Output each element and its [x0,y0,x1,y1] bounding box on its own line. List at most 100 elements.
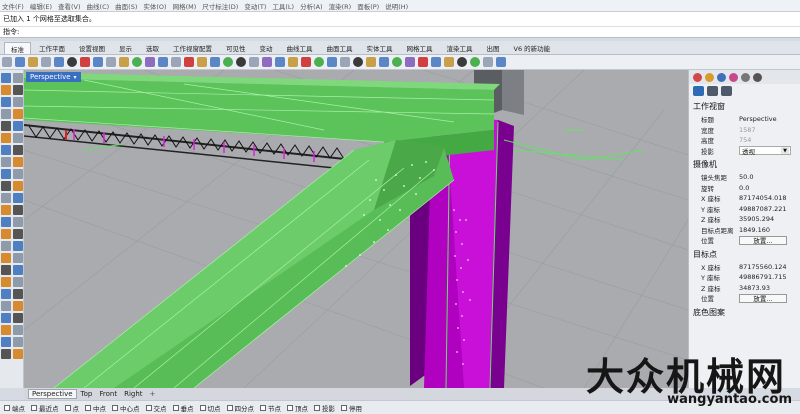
osnap-checkbox[interactable] [341,404,347,411]
osnap-checkbox[interactable] [287,404,293,411]
toolbar-tab[interactable]: 实体工具 [361,42,399,54]
left-tool-icon[interactable] [1,85,11,95]
viewport-prop-value[interactable]: 754 [739,136,800,144]
toolbar-tab[interactable]: 设置视图 [73,42,111,54]
wallpaper-properties-icon[interactable] [721,86,732,96]
left-tool-icon[interactable] [1,97,11,107]
menu-item[interactable]: 渲染(R) [329,1,352,11]
camera-place-button[interactable]: 放置... [739,235,787,245]
toolbar-tool-icon[interactable] [67,57,77,67]
osnap-item[interactable]: 停用 [341,403,362,413]
left-tool-icon[interactable] [13,169,23,179]
toolbar-tool-icon[interactable] [236,57,246,67]
left-tool-icon[interactable] [13,157,23,167]
toolbar-tool-icon[interactable] [171,57,181,67]
camera-prop-value[interactable]: 87174054.018 [739,194,800,202]
toolbar-tab[interactable]: 渲染工具 [441,42,479,54]
left-tool-icon[interactable] [1,217,11,227]
left-tool-icon[interactable] [1,193,11,203]
menu-item[interactable]: 分析(A) [300,1,323,11]
left-tool-icon[interactable] [13,73,23,83]
osnap-checkbox[interactable] [145,404,152,411]
left-tool-icon[interactable] [13,133,23,143]
left-tool-icon[interactable] [1,205,11,215]
menu-item[interactable]: 面板(P) [357,1,379,11]
toolbar-tool-icon[interactable] [392,57,402,67]
toolbar-tool-icon[interactable] [2,57,12,67]
osnap-checkbox[interactable] [64,404,71,411]
toolbar-tool-icon[interactable] [41,57,51,67]
osnap-item[interactable]: 四分点 [226,403,254,413]
left-tool-icon[interactable] [13,325,23,335]
toolbar-tab[interactable]: 选取 [140,42,165,54]
toolbar-tab[interactable]: 曲线工具 [281,42,319,54]
viewport-menu-arrow-icon[interactable]: ▾ [74,74,77,81]
menu-item[interactable]: 曲线(C) [87,1,110,11]
target-place-button[interactable]: 放置... [739,293,787,303]
menu-item[interactable]: 网格(M) [173,1,197,11]
toolbar-tool-icon[interactable] [145,57,155,67]
camera-prop-value[interactable]: 49887087.221 [739,205,800,213]
camera-prop-value[interactable]: 35905.294 [739,215,800,223]
toolbar-tool-icon[interactable] [210,57,220,67]
layers-icon[interactable] [705,72,714,82]
toolbar-tool-icon[interactable] [483,57,493,67]
left-tool-icon[interactable] [1,181,11,191]
left-tool-icon[interactable] [1,73,11,83]
left-tool-icon[interactable] [13,109,23,119]
osnap-checkbox[interactable] [260,404,266,411]
menu-item[interactable]: 查看(V) [58,1,81,11]
osnap-checkbox[interactable] [199,404,206,411]
toolbar-tool-icon[interactable] [288,57,298,67]
left-tool-icon[interactable] [1,289,11,299]
target-prop-value[interactable]: 49886791.715 [739,273,800,281]
toolbar-tool-icon[interactable] [418,57,428,67]
toolbar-tool-icon[interactable] [106,57,116,67]
left-tool-icon[interactable] [1,145,11,155]
menu-item[interactable]: 文件(F) [2,1,24,11]
menu-item[interactable]: 曲面(S) [115,1,137,11]
toolbar-tab[interactable]: 变动 [254,42,279,54]
osnap-checkbox[interactable] [4,404,10,411]
left-tool-icon[interactable] [13,181,23,191]
add-view-tab-button[interactable]: + [147,390,159,398]
left-tool-icon[interactable] [13,193,23,203]
osnap-checkbox[interactable] [112,404,118,411]
osnap-checkbox[interactable] [226,404,233,411]
osnap-checkbox[interactable] [31,404,37,411]
osnap-item[interactable]: 切点 [199,403,221,413]
viewport-prop-value[interactable]: 1587 [739,126,800,134]
toolbar-tool-icon[interactable] [314,57,324,67]
toolbar-tool-icon[interactable] [158,57,168,67]
toolbar-tool-icon[interactable] [80,57,90,67]
left-tool-icon[interactable] [1,313,11,323]
left-tool-icon[interactable] [1,253,11,263]
left-tool-icon[interactable] [13,265,23,275]
left-tool-icon[interactable] [13,205,23,215]
grid-properties-icon[interactable] [707,86,718,96]
toolbar-tool-icon[interactable] [262,57,272,67]
viewport-title[interactable]: Perspective ▾ [26,72,81,82]
left-tool-icon[interactable] [13,85,23,95]
toolbar-tab[interactable]: 标准 [4,42,31,54]
toolbar-tool-icon[interactable] [366,57,376,67]
osnap-item[interactable]: 最近点 [31,403,59,413]
toolbar-tab[interactable]: V6 的新功能 [508,42,557,54]
toolbar-tool-icon[interactable] [457,57,467,67]
toolbar-tab[interactable]: 显示 [113,42,138,54]
toolbar-tool-icon[interactable] [379,57,389,67]
left-tool-icon[interactable] [1,157,11,167]
left-tool-icon[interactable] [1,349,11,359]
view-tab-right[interactable]: Right [121,390,145,398]
left-tool-icon[interactable] [1,277,11,287]
viewport-properties-icon[interactable] [693,86,704,96]
toolbar-tool-icon[interactable] [327,57,337,67]
camera-prop-value[interactable]: 1849.160 [739,226,800,234]
toolbar-tool-icon[interactable] [431,57,441,67]
osnap-item[interactable]: 中点 [85,403,106,413]
toolbar-tab[interactable]: 出图 [481,42,506,54]
toolbar-tool-icon[interactable] [223,57,233,67]
left-tool-icon[interactable] [1,241,11,251]
menu-item[interactable]: 尺寸标注(D) [202,1,238,11]
more-icon[interactable] [753,72,762,82]
